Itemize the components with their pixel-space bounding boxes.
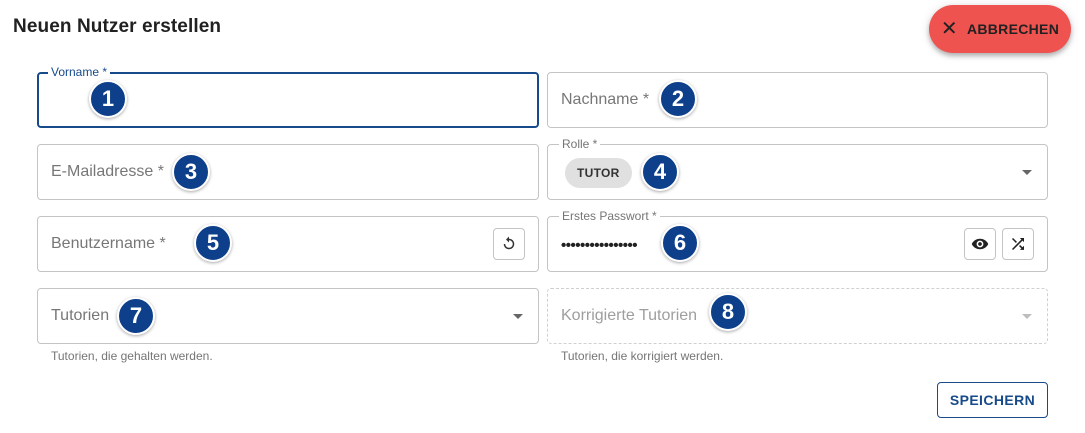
email-field[interactable]: E-Mailadresse *: [37, 144, 539, 200]
tutorials-hint: Tutorien, die gehalten werden.: [51, 349, 213, 363]
email-placeholder: E-Mailadresse *: [51, 163, 164, 180]
password-value: ••••••••••••••••: [561, 237, 638, 254]
username-field[interactable]: Benutzername *: [37, 216, 539, 272]
annotation-badge-8: 8: [709, 293, 747, 331]
firstname-label: Vorname *: [48, 65, 111, 79]
cancel-button-label: ABBRECHEN: [966, 21, 1060, 37]
regenerate-username-button[interactable]: [493, 228, 525, 260]
generate-password-button[interactable]: [1002, 228, 1034, 260]
corrected-tutorials-placeholder: Korrigierte Tutorien: [561, 307, 698, 324]
annotation-badge-6: 6: [661, 224, 699, 262]
show-password-button[interactable]: [964, 228, 996, 260]
annotation-badge-4: 4: [641, 153, 679, 191]
lastname-placeholder: Nachname *: [561, 91, 650, 108]
tutorials-placeholder: Tutorien: [51, 307, 110, 324]
arrow-drop-down-icon: [513, 314, 523, 319]
role-select[interactable]: Rolle * TUTOR: [547, 137, 1048, 200]
corrected-tutorials-select[interactable]: Korrigierte Tutorien: [547, 288, 1048, 344]
annotation-badge-7: 7: [117, 297, 155, 335]
arrow-drop-down-icon: [1022, 170, 1032, 175]
eye-icon: [971, 238, 989, 250]
password-field[interactable]: Erstes Passwort * ••••••••••••••••: [547, 209, 1048, 272]
annotation-badge-3: 3: [172, 153, 210, 191]
tutorials-select[interactable]: Tutorien: [37, 288, 539, 344]
username-placeholder: Benutzername *: [51, 235, 166, 252]
refresh-icon: [503, 236, 515, 250]
role-chip-tutor[interactable]: TUTOR: [565, 158, 632, 188]
annotation-badge-2: 2: [659, 80, 697, 118]
save-button[interactable]: SPEICHERN: [937, 382, 1048, 418]
lastname-field[interactable]: Nachname *: [547, 72, 1048, 128]
close-icon: ✕: [940, 18, 958, 40]
cancel-button[interactable]: ✕ ABBRECHEN: [929, 5, 1071, 53]
dialog-title: Neuen Nutzer erstellen: [13, 16, 222, 37]
corrected-tutorials-hint: Tutorien, die korrigiert werden.: [561, 349, 724, 363]
annotation-badge-5: 5: [194, 224, 232, 262]
role-label: Rolle *: [559, 137, 601, 151]
shuffle-icon: [1012, 238, 1024, 250]
arrow-drop-down-icon: [1022, 314, 1032, 319]
annotation-badge-1: 1: [89, 80, 127, 118]
password-label: Erstes Passwort *: [559, 209, 660, 223]
